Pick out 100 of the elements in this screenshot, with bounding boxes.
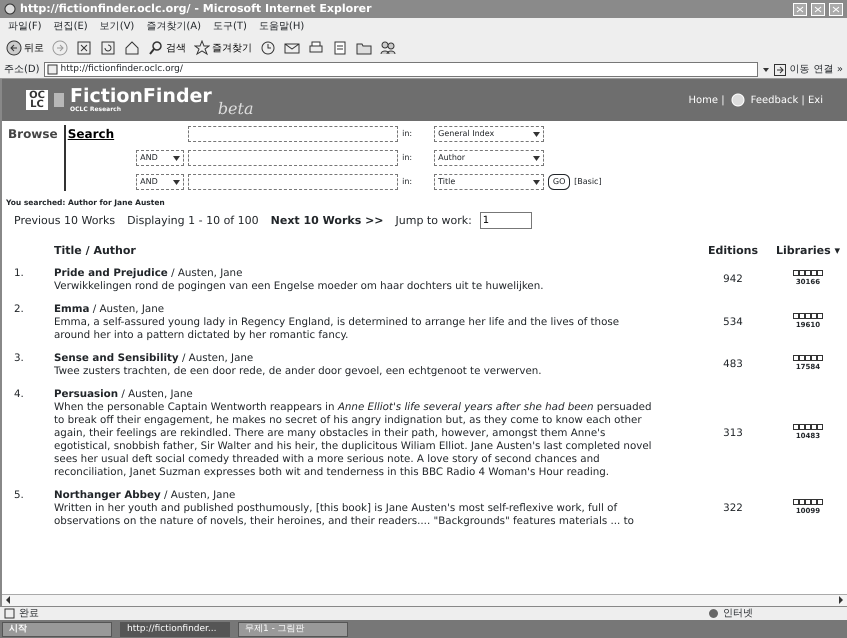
links-label[interactable]: 연결 » (814, 62, 843, 77)
back-button[interactable]: 뒤로 (6, 40, 44, 56)
next-link[interactable]: Next 10 Works >> (270, 212, 384, 229)
bars-icon (54, 92, 64, 108)
author-name: / Austen, Jane (171, 266, 242, 279)
in-label: in: (402, 176, 414, 188)
description: Emma, a self-assured young lady in Regency England, is determined to arrange her life and the lives of those around her into a pattern dictated by her romantic fancy. (54, 316, 620, 342)
scroll-right-icon[interactable] (837, 595, 845, 605)
dropdown-arrow-icon[interactable] (762, 66, 770, 74)
history-button[interactable] (260, 40, 276, 56)
operator-select[interactable]: AND (136, 174, 184, 190)
title-link[interactable]: Pride and Prejudice (54, 266, 168, 279)
description: When the personable Captain Wentworth reappears in Anne Elliot's life several years after she had been persuaded to break off their engagement, he makes no secret of his angry indignation but, as they come to know each other again, their feelings are rekindled. There are many obstacles in their path, however, amongst them Anne's egotistical, snobbish father, Sir Walter and his heir, the duplicitous Wiliam Elliot. Jane Austen's last completed novel sees her usual deft social comedy threaded with a more serious note. A love story of second chances and reconciliation, Janet Suzman expresses both wit and tenderness in this BBC Radio 4 Woman's Hour reading. (54, 400, 653, 479)
back-icon (6, 40, 22, 56)
editions-count: 313 (722, 426, 744, 440)
taskbar-button[interactable]: http://fictionfinder... (120, 622, 230, 636)
page-icon (46, 64, 58, 75)
author-name: / Austen, Jane (92, 302, 164, 315)
column-header[interactable]: Libraries ▾ (773, 243, 843, 260)
title-link[interactable]: Persuasion (54, 388, 118, 400)
close-icon[interactable] (829, 2, 843, 16)
previous-link[interactable]: Previous 10 Works (14, 212, 116, 229)
editions-count: 942 (722, 273, 744, 286)
address-field[interactable]: http://fictionfinder.oclc.org/ (44, 62, 758, 77)
editions-count: 322 (722, 502, 744, 515)
go-arrow-icon (774, 64, 786, 76)
ie-icon (4, 3, 16, 15)
holdings-icon (792, 312, 824, 319)
search-field[interactable] (188, 174, 398, 190)
column-header[interactable]: Editions (693, 243, 773, 260)
zone-label: 인터넷 (723, 607, 753, 621)
title-link[interactable]: Emma (54, 302, 90, 315)
menu-item[interactable]: 도움말(H) (258, 19, 304, 34)
description: Written in her youth and published posthumously, [this book] is Jane Austen's most self-reflexive work, full of observations on the nature of novels, their heroines, and their readers.... "Backgrounds" features materials ... to (54, 502, 635, 528)
in-label: in: (402, 152, 414, 164)
menu-item[interactable]: 보기(V) (100, 19, 134, 34)
favorites-button[interactable]: 즐겨찾기 (194, 40, 252, 56)
holdings-icon (792, 498, 824, 505)
home-button[interactable] (124, 40, 140, 56)
search-field[interactable] (188, 150, 398, 166)
status-text: 완료 (19, 607, 39, 621)
jump-field[interactable]: 1 (480, 212, 532, 230)
author-name: / Austen, Jane (164, 488, 236, 501)
menu-item[interactable]: 도구(T) (213, 19, 247, 34)
window-title: http://fictionfinder.oclc.org/ - Microsoft Internet Explorer (20, 0, 372, 17)
editions-count: 483 (722, 358, 744, 372)
feedback-link[interactable]: Feedback | Exi (750, 92, 823, 108)
row-number: 4. (13, 388, 25, 401)
history-icon (260, 40, 276, 56)
holdings-icon (792, 270, 824, 276)
star-icon (194, 40, 210, 56)
caret-icon (173, 180, 180, 184)
beta-label: beta (218, 98, 254, 120)
messenger-button[interactable] (380, 40, 396, 56)
description: Twee zusters trachten, de een door rede, de ander door gevoel, een echtgenoot te verwerven. (54, 364, 543, 378)
caret-icon (173, 156, 180, 160)
home-link[interactable]: Home | (688, 92, 725, 108)
row-number: 2. (13, 302, 25, 316)
home-icon (124, 40, 140, 56)
title-link[interactable]: Sense and Sensibility (54, 352, 179, 364)
caret-icon (533, 156, 540, 160)
search-field[interactable] (188, 126, 398, 142)
refresh-button[interactable] (100, 40, 116, 56)
search-tab[interactable]: Browse (6, 125, 65, 191)
scroll-left-icon[interactable] (4, 595, 12, 605)
row-number: 5. (13, 488, 25, 502)
index-select[interactable]: Title (434, 174, 544, 190)
search-tab[interactable]: Search (64, 125, 120, 191)
search-button[interactable]: 검색 (148, 40, 186, 56)
people-icon (380, 40, 396, 56)
index-select[interactable]: Author (434, 150, 544, 166)
go-button[interactable]: GO (548, 174, 570, 190)
holdings-icon (792, 355, 824, 362)
edit-button[interactable] (332, 40, 348, 56)
description: Verwikkelingen rond de pogingen van een Engelse moeder om haar dochters uit te huwelijken. (54, 280, 545, 293)
go-button[interactable]: 이동 (774, 62, 810, 77)
stop-button[interactable] (76, 40, 92, 56)
globe-icon (730, 93, 745, 107)
author-name: / Austen, Jane (182, 352, 254, 364)
address-label: 주소(D) (4, 63, 40, 77)
caret-icon (533, 132, 540, 136)
oclc-logo: OC LC (26, 90, 48, 110)
caret-icon (533, 180, 540, 184)
title-link[interactable]: Northanger Abbey (54, 488, 161, 501)
author-name: / Austen, Jane (121, 388, 193, 400)
site-title: FictionFinder (70, 86, 212, 104)
basic-link[interactable]: [Basic] (574, 176, 602, 188)
stop-icon (76, 40, 92, 56)
in-label: in: (402, 128, 414, 140)
operator-select[interactable]: AND (136, 150, 184, 166)
column-header[interactable]: Title / Author (54, 243, 693, 260)
menu-item[interactable]: 파일(F) (8, 19, 42, 34)
editions-count: 534 (722, 316, 744, 329)
edit-icon (332, 40, 348, 56)
index-select[interactable]: General Index (434, 126, 544, 142)
menu-item[interactable]: 즐겨찾기(A) (146, 19, 201, 34)
menu-item[interactable]: 편집(E) (54, 19, 88, 34)
jump-label: Jump to work: (396, 212, 472, 228)
row-number: 1. (13, 266, 25, 280)
globe-icon (708, 608, 719, 619)
